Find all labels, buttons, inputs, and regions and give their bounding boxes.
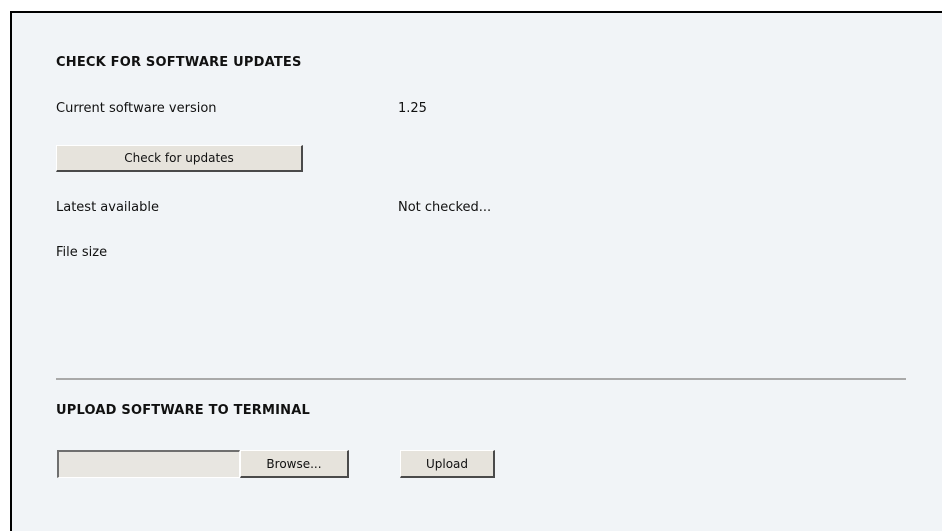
latest-available-value: Not checked... <box>398 200 492 215</box>
check-for-updates-button[interactable]: Check for updates <box>56 145 303 172</box>
check-updates-heading: CHECK FOR SOFTWARE UPDATES <box>56 55 302 70</box>
browse-button[interactable]: Browse... <box>240 450 349 478</box>
upload-software-heading: UPLOAD SOFTWARE TO TERMINAL <box>56 403 310 418</box>
current-version-value: 1.25 <box>398 101 427 116</box>
latest-available-label: Latest available <box>56 200 159 215</box>
software-update-panel: CHECK FOR SOFTWARE UPDATES Current softw… <box>10 11 942 531</box>
section-divider <box>56 378 906 380</box>
upload-button[interactable]: Upload <box>400 450 495 478</box>
file-path-input[interactable] <box>57 450 240 478</box>
current-version-label: Current software version <box>56 101 217 116</box>
file-size-label: File size <box>56 245 108 260</box>
